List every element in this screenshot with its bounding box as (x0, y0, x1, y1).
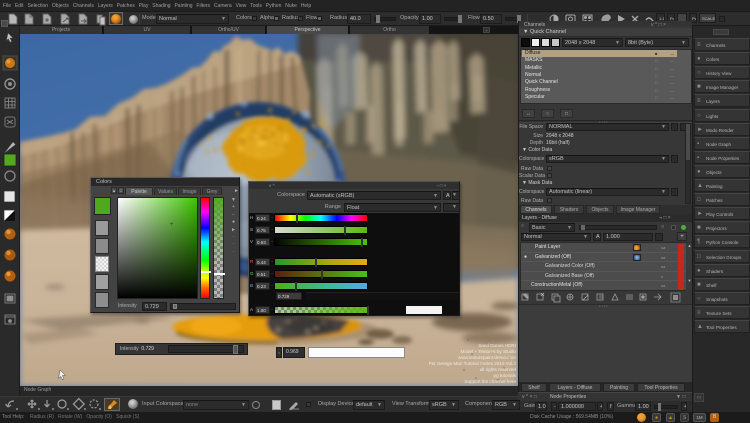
svg-text:pg tutorials: pg tutorials (494, 373, 517, 378)
svg-text:Model + Textures by Studio: Model + Textures by Studio (461, 349, 517, 354)
svg-text:Support the channel here: Support the channel here (464, 379, 516, 384)
svg-text:all rights reserved: all rights reserved (480, 367, 517, 372)
svg-text:Pat George Mari Tutorial Serie: Pat George Mari Tutorial Series 2019 Vol… (429, 361, 517, 366)
svg-text:www.texturepaint-demo.com: www.texturepaint-demo.com (458, 355, 516, 360)
svg-text:Sand Dunes HDRI: Sand Dunes HDRI (478, 343, 516, 348)
